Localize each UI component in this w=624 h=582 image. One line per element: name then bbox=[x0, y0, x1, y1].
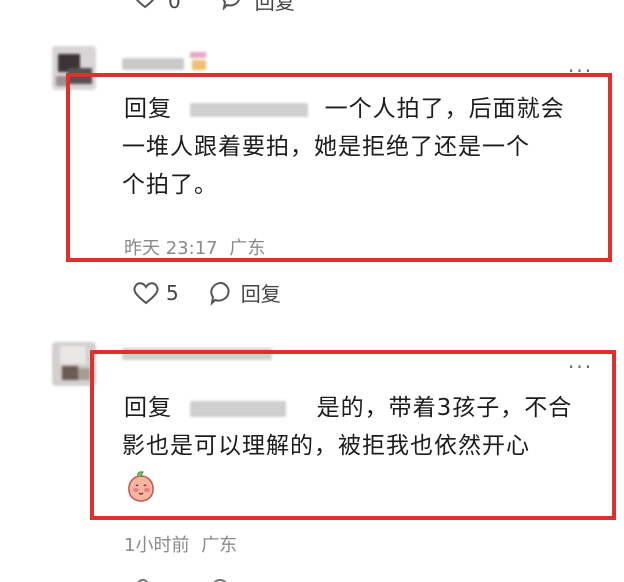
reply-button[interactable]: 回复 bbox=[241, 278, 281, 307]
heart-icon[interactable] bbox=[132, 280, 160, 306]
comment-text-line1: 一个人拍了，后面就会 bbox=[324, 96, 565, 122]
comment-meta: 昨天 23:17 广东 bbox=[124, 234, 265, 260]
reply-prefix: 回复 bbox=[124, 96, 172, 122]
top-action-row: 0 回复 bbox=[132, 0, 295, 15]
heart-icon[interactable] bbox=[132, 0, 158, 15]
comment-line: 回复 一个人拍了，后面就会 bbox=[124, 90, 565, 128]
comment-text-line2: 一堆人跟着要拍，她是拒绝了还是一个 bbox=[122, 134, 530, 160]
mentioned-user-blurred[interactable] bbox=[190, 102, 309, 117]
comment-actions: 5 回复 bbox=[132, 278, 281, 307]
comment-bubble-icon[interactable] bbox=[209, 280, 235, 306]
comment-meta: 1小时前 广东 bbox=[124, 531, 237, 557]
more-options-button[interactable]: ... bbox=[568, 55, 593, 75]
comment-location: 广东 bbox=[229, 238, 266, 259]
reply-prefix: 回复 bbox=[124, 395, 172, 421]
username-blurred[interactable] bbox=[122, 58, 184, 70]
like-count: 0 bbox=[168, 0, 181, 13]
comment-text-line2: 影也是可以理解的，被拒我也依然开心 bbox=[122, 433, 530, 459]
comment-time: 1小时前 bbox=[124, 535, 190, 556]
comment-text-line3: 个拍了。 bbox=[122, 172, 218, 198]
comment-time: 昨天 23:17 bbox=[124, 238, 218, 259]
comment-body: 回复 是的，带着3孩子，不合 影也是可以理解的，被拒我也依然开心 bbox=[122, 389, 572, 465]
like-count: 5 bbox=[166, 280, 179, 305]
comment-bubble-icon[interactable] bbox=[221, 0, 245, 15]
next-action-row-partial bbox=[132, 574, 282, 582]
peach-face-emoji bbox=[124, 470, 158, 504]
comment-body: 回复 一个人拍了，后面就会 一堆人跟着要拍，她是拒绝了还是一个 个拍了。 bbox=[122, 90, 565, 204]
reply-button[interactable]: 回复 bbox=[255, 0, 295, 15]
comment-line: 回复 是的，带着3孩子，不合 bbox=[124, 389, 572, 427]
mentioned-user-blurred[interactable] bbox=[190, 400, 287, 417]
comment-location: 广东 bbox=[201, 535, 238, 556]
comment-text-line1: 是的，带着3孩子，不合 bbox=[316, 395, 573, 421]
user-badge bbox=[188, 50, 208, 74]
